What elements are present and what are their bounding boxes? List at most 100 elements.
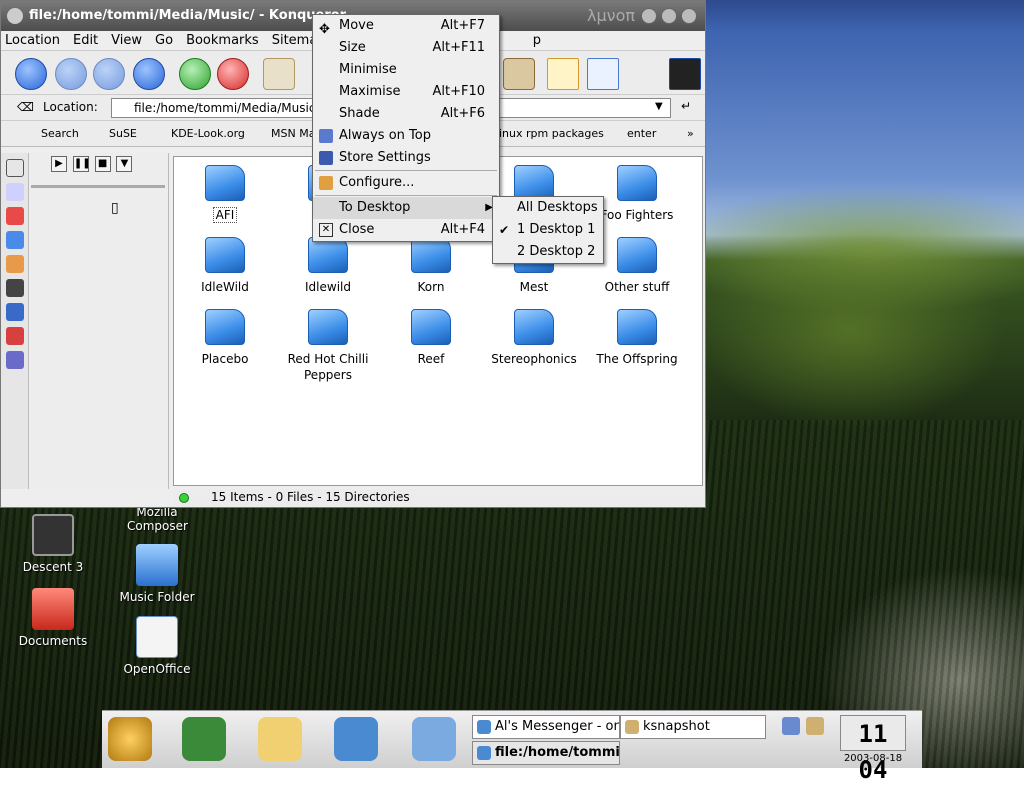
folder-label: Stereophonics xyxy=(491,352,577,366)
menu-item-configure[interactable]: Configure... xyxy=(313,172,499,194)
more-bookmarks-icon[interactable]: » xyxy=(687,127,694,140)
folder-task-icon xyxy=(477,746,491,760)
up-icon[interactable] xyxy=(15,58,47,90)
minimize-button[interactable] xyxy=(641,8,657,24)
folder-item[interactable]: Stereophonics xyxy=(483,309,585,367)
icon-view-icon[interactable] xyxy=(547,58,579,90)
go-icon[interactable]: ↵ xyxy=(681,99,691,113)
menu-item-close[interactable]: ✕ Close Alt+F4 xyxy=(313,219,499,241)
menu-item-to-desktop[interactable]: To Desktop ▶ xyxy=(313,197,499,219)
menu-location[interactable]: Location xyxy=(5,31,60,50)
bookmark-msn[interactable]: MSN Ma xyxy=(271,127,315,140)
menu-help-partial[interactable]: p xyxy=(533,31,541,50)
media-sidebar-icon[interactable] xyxy=(6,279,24,297)
menu-edit[interactable]: Edit xyxy=(73,31,98,50)
stop-icon[interactable] xyxy=(217,58,249,90)
menu-item-minimise[interactable]: Minimise xyxy=(313,59,499,81)
check-icon: ✔ xyxy=(499,223,510,237)
folder-item[interactable]: Korn xyxy=(380,237,482,295)
menu-item-move[interactable]: ✥ Move Alt+F7 xyxy=(313,15,499,37)
folder-item[interactable]: Red Hot Chilli Peppers xyxy=(277,309,379,383)
find-icon[interactable] xyxy=(503,58,535,90)
volume-icon[interactable] xyxy=(782,717,800,735)
documents-folder-icon xyxy=(32,588,74,630)
clear-location-icon[interactable]: ⌫ xyxy=(17,100,34,114)
location-dropdown-icon[interactable]: ▼ xyxy=(655,101,663,112)
konqueror-icon[interactable] xyxy=(412,717,456,761)
desktop-icon-openoffice[interactable]: OpenOffice xyxy=(112,616,202,676)
bookmark-enter[interactable]: enter xyxy=(627,127,656,140)
folder-item[interactable]: IdleWild xyxy=(174,237,276,295)
back-icon[interactable] xyxy=(55,58,87,90)
folder-icon xyxy=(411,237,451,273)
home-sidebar-icon[interactable] xyxy=(6,255,24,273)
forward-icon[interactable] xyxy=(93,58,125,90)
folder-label: IdleWild xyxy=(201,280,249,294)
folder-item[interactable]: The Offspring xyxy=(586,309,688,367)
bookmark-suse[interactable]: SuSE xyxy=(109,127,137,140)
task-konqueror[interactable]: file:/home/tommi/M xyxy=(472,741,620,765)
bookmark-kde-look[interactable]: KDE-Look.org xyxy=(171,127,245,140)
tree-view-icon[interactable] xyxy=(587,58,619,90)
settings-sidebar-icon[interactable] xyxy=(6,351,24,369)
folder-item[interactable]: Idlewild xyxy=(277,237,379,295)
folder-icon xyxy=(205,165,245,201)
media-menu-icon[interactable]: ▼ xyxy=(116,156,133,172)
desktop-icon-mozilla-composer[interactable]: Mozilla Composer xyxy=(112,505,202,533)
folder-icon xyxy=(617,237,657,273)
close-sidebar-icon[interactable] xyxy=(6,159,24,177)
reload-icon[interactable] xyxy=(179,58,211,90)
folder-item[interactable]: AFI xyxy=(174,165,276,223)
pause-icon[interactable]: ❚❚ xyxy=(72,156,91,172)
hourglass-icon xyxy=(625,720,639,734)
submenu-item-desktop-1[interactable]: ✔ 1 Desktop 1 xyxy=(493,219,603,241)
submenu-item-desktop-2[interactable]: 2 Desktop 2 xyxy=(493,241,603,263)
window-title: file:/home/tommi/Media/Music/ - Konquero… xyxy=(29,8,347,23)
bookmarks-sidebar-icon[interactable] xyxy=(6,207,24,225)
submenu-item-all-desktops[interactable]: All Desktops xyxy=(493,197,603,219)
menu-separator xyxy=(315,195,497,196)
menu-bookmarks[interactable]: Bookmarks xyxy=(186,31,259,50)
seek-slider[interactable] xyxy=(31,185,165,188)
cut-icon[interactable] xyxy=(263,58,295,90)
stop-media-icon[interactable]: ■ xyxy=(94,156,111,172)
messenger-icon[interactable] xyxy=(334,717,378,761)
menu-item-size[interactable]: Size Alt+F11 xyxy=(313,37,499,59)
home-icon[interactable] xyxy=(133,58,165,90)
menu-view[interactable]: View xyxy=(111,31,142,50)
network-sidebar-icon[interactable] xyxy=(6,303,24,321)
search-sidebar-icon[interactable] xyxy=(6,183,24,201)
folder-icon xyxy=(205,237,245,273)
services-sidebar-icon[interactable] xyxy=(6,327,24,345)
mail-icon[interactable] xyxy=(258,717,302,761)
menu-go[interactable]: Go xyxy=(155,31,173,50)
status-led-icon xyxy=(179,493,189,503)
desktop-icon-descent-3[interactable]: Descent 3 xyxy=(8,514,98,574)
location-label: Location: xyxy=(43,100,98,114)
menu-item-maximise[interactable]: Maximise Alt+F10 xyxy=(313,81,499,103)
window-menu-icon[interactable] xyxy=(7,8,23,24)
task-ksnapshot[interactable]: ksnapshot xyxy=(620,715,766,739)
maximize-button[interactable] xyxy=(661,8,677,24)
clipboard-icon[interactable] xyxy=(806,717,824,735)
folder-item[interactable]: Reef xyxy=(380,309,482,367)
pin-icon xyxy=(319,129,333,143)
menu-item-shade[interactable]: Shade Alt+F6 xyxy=(313,103,499,125)
menu-item-store-settings[interactable]: Store Settings xyxy=(313,147,499,169)
navigation-sidebar xyxy=(1,153,29,489)
media-controls: ▶ ❚❚ ■ ▼ xyxy=(51,155,134,172)
k-menu-icon[interactable] xyxy=(108,717,152,761)
close-window-button[interactable] xyxy=(681,8,697,24)
menu-item-always-on-top[interactable]: Always on Top xyxy=(313,125,499,147)
history-sidebar-icon[interactable] xyxy=(6,231,24,249)
folder-item[interactable]: Placebo xyxy=(174,309,276,367)
desktop-icon-music-folder[interactable]: Music Folder xyxy=(112,544,202,604)
bookmark-search[interactable]: Search xyxy=(41,127,79,140)
desktop-switch-icon[interactable] xyxy=(182,717,226,761)
clock[interactable]: 11 04 xyxy=(840,715,906,784)
status-bar: 15 Items - 0 Files - 15 Directories xyxy=(173,489,705,507)
desktop-icon-documents[interactable]: Documents xyxy=(8,588,98,648)
play-icon[interactable]: ▶ xyxy=(51,156,67,172)
bookmark-linux-rpm[interactable]: inux rpm packages xyxy=(499,127,604,140)
task-messenger[interactable]: Al's Messenger - one xyxy=(472,715,620,739)
